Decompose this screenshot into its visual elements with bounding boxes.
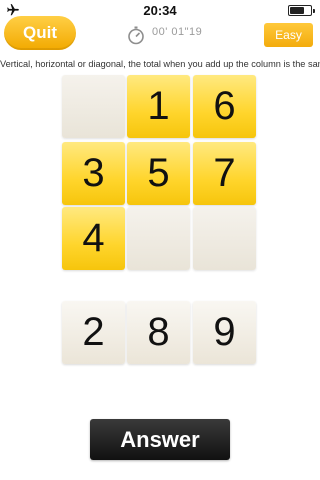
choice-tile-3[interactable]: 9 [193, 301, 256, 364]
grid-cell-3[interactable]: 6 [193, 75, 256, 138]
battery-icon [288, 5, 315, 16]
battery-tip [313, 9, 315, 13]
instruction-text: Vertical, horizontal or diagonal, the to… [0, 59, 320, 69]
game-screen: 20:34 Quit 00' 01"19 Easy Vertical, hori… [0, 0, 320, 480]
grid-cell-2[interactable]: 1 [127, 75, 190, 138]
airplane-icon [7, 4, 19, 16]
grid-cell-5[interactable]: 5 [127, 142, 190, 205]
grid-cell-9[interactable] [193, 207, 256, 270]
grid-cell-6[interactable]: 7 [193, 142, 256, 205]
elapsed-time: 00' 01"19 [152, 26, 203, 38]
quit-button[interactable]: Quit [4, 16, 76, 50]
choice-tile-1[interactable]: 2 [62, 301, 125, 364]
grid-cell-1[interactable] [62, 75, 125, 138]
battery-fill [290, 7, 304, 14]
status-time: 20:34 [143, 2, 177, 18]
grid-cell-8[interactable] [127, 207, 190, 270]
stopwatch-icon [128, 26, 144, 45]
choice-tile-2[interactable]: 8 [127, 301, 190, 364]
grid-cell-7[interactable]: 4 [62, 207, 125, 270]
grid-cell-4[interactable]: 3 [62, 142, 125, 205]
difficulty-button[interactable]: Easy [264, 23, 313, 47]
answer-button[interactable]: Answer [90, 419, 230, 460]
